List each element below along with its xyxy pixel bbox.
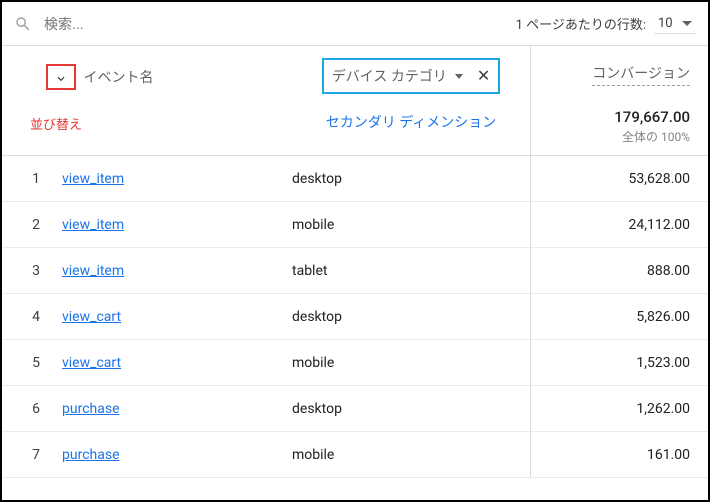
conversion-cell: 1,523.00 — [530, 340, 708, 385]
event-link[interactable]: view_item — [62, 263, 124, 279]
event-cell: view_cart — [62, 309, 292, 325]
conversion-cell: 161.00 — [530, 432, 708, 477]
rows-per-page-label: 1 ページあたりの行数: — [516, 14, 646, 33]
event-link[interactable]: purchase — [62, 401, 120, 417]
event-link[interactable]: view_item — [62, 217, 124, 233]
event-link[interactable]: purchase — [62, 447, 120, 463]
conversion-cell: 24,112.00 — [530, 202, 708, 247]
table-row: 3view_item tablet888.00 — [2, 248, 708, 294]
column-conversion[interactable]: コンバージョン 179,667.00 全体の 100% — [530, 46, 708, 155]
row-index: 1 — [2, 171, 62, 187]
row-index: 5 — [2, 355, 62, 371]
close-icon[interactable]: ✕ — [477, 68, 490, 84]
conversion-cell: 53,628.00 — [530, 156, 708, 201]
device-cell: desktop — [292, 401, 530, 417]
secondary-dimension-link[interactable]: セカンダリ ディメンション — [326, 112, 497, 132]
event-cell: view_item — [62, 171, 292, 187]
conversion-header-label: コンバージョン — [592, 64, 690, 86]
row-index: 6 — [2, 401, 62, 417]
device-cell: tablet — [292, 263, 530, 279]
table-row: 2view_item mobile24,112.00 — [2, 202, 708, 248]
device-chip-label: デバイス カテゴリ — [332, 66, 447, 86]
event-cell: purchase — [62, 401, 292, 417]
table-row: 6purchase desktop1,262.00 — [2, 386, 708, 432]
event-link[interactable]: view_cart — [62, 355, 121, 371]
device-cell: desktop — [292, 171, 530, 187]
device-category-chip[interactable]: デバイス カテゴリ ✕ — [322, 58, 500, 94]
table-body: 1view_itemdesktop53,628.002view_itemmobi… — [2, 156, 708, 478]
event-cell: view_item — [62, 217, 292, 233]
table-row: 1view_item desktop53,628.00 — [2, 156, 708, 202]
device-cell: mobile — [292, 447, 530, 463]
rows-per-page: 1 ページあたりの行数: 10 — [516, 14, 696, 34]
column-event-name[interactable]: イベント名 並び替え — [2, 46, 292, 155]
table-header: イベント名 並び替え デバイス カテゴリ ✕ セカンダリ ディメンション コンバ… — [2, 46, 708, 156]
conversion-cell: 5,826.00 — [530, 294, 708, 339]
device-cell: mobile — [292, 355, 530, 371]
rows-per-page-value: 10 — [658, 16, 673, 31]
conversion-cell: 888.00 — [530, 248, 708, 293]
conversion-cell: 1,262.00 — [530, 386, 708, 431]
event-cell: purchase — [62, 447, 292, 463]
row-index: 4 — [2, 309, 62, 325]
sort-indicator-box — [46, 64, 76, 90]
conversion-pct: 全体の 100% — [543, 128, 690, 145]
sort-annotation: 並び替え — [30, 114, 82, 133]
row-index: 7 — [2, 447, 62, 463]
chevron-down-icon — [455, 74, 463, 79]
event-link[interactable]: view_cart — [62, 309, 121, 325]
column-device-category: デバイス カテゴリ ✕ セカンダリ ディメンション — [292, 46, 530, 155]
chevron-down-icon — [682, 21, 692, 26]
search-bar: 1 ページあたりの行数: 10 — [2, 2, 708, 46]
conversion-total: 179,667.00 — [543, 108, 690, 126]
search-input[interactable] — [44, 16, 516, 32]
rows-per-page-select[interactable]: 10 — [654, 14, 696, 34]
event-link[interactable]: view_item — [62, 171, 124, 187]
row-index: 2 — [2, 217, 62, 233]
table-row: 7purchase mobile161.00 — [2, 432, 708, 478]
device-cell: mobile — [292, 217, 530, 233]
event-cell: view_cart — [62, 355, 292, 371]
device-cell: desktop — [292, 309, 530, 325]
event-cell: view_item — [62, 263, 292, 279]
search-icon — [14, 15, 32, 33]
event-header-label: イベント名 — [83, 70, 153, 86]
row-index: 3 — [2, 263, 62, 279]
table-row: 4view_cart desktop5,826.00 — [2, 294, 708, 340]
table-row: 5view_cart mobile1,523.00 — [2, 340, 708, 386]
arrow-down-icon — [54, 70, 68, 84]
